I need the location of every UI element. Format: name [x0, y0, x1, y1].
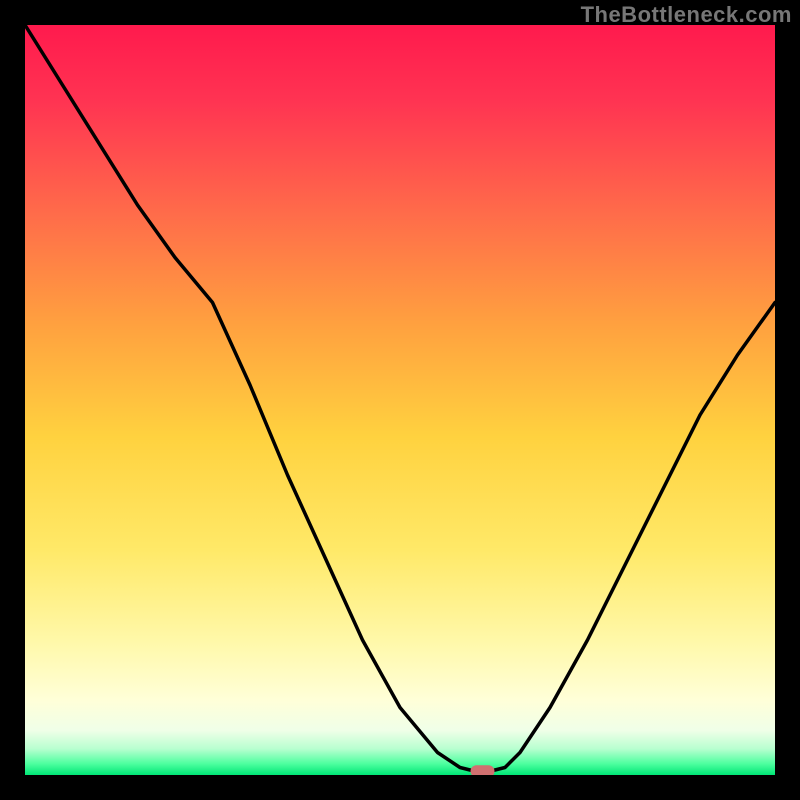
chart-plot-area [25, 25, 775, 775]
chart-svg [25, 25, 775, 775]
chart-frame: TheBottleneck.com [0, 0, 800, 800]
optimal-point-marker [471, 765, 495, 775]
watermark-text: TheBottleneck.com [581, 2, 792, 28]
